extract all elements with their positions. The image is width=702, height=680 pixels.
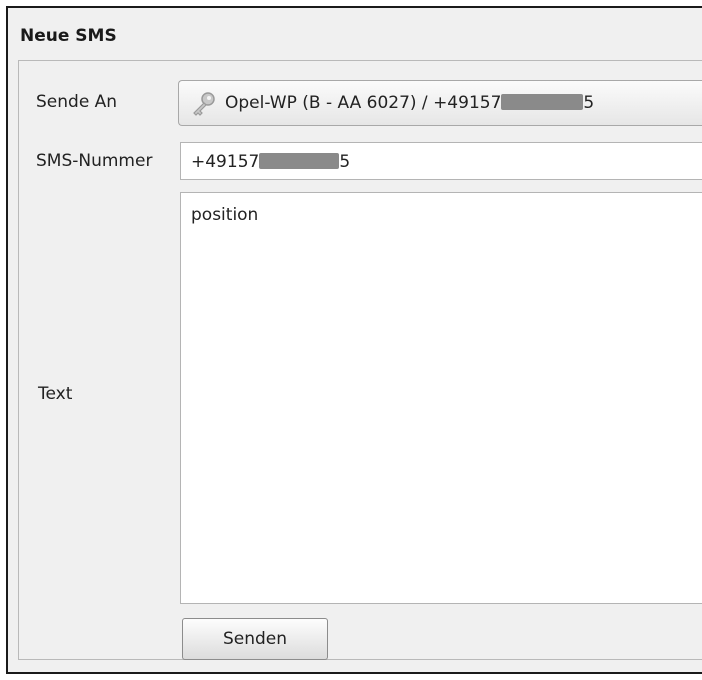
sms-number-field[interactable]: +49157 5 [180,142,702,180]
recipient-value: Opel-WP (B - AA 6027) / +49157 5 [225,93,594,113]
redaction-block [501,94,584,110]
sms-number-label: SMS-Nummer [36,151,153,171]
text-label: Text [38,384,73,404]
message-text: position [191,205,259,225]
message-textarea[interactable]: position [180,192,702,604]
recipient-value-text: Opel-WP (B - AA 6027) / +49157 [225,93,502,113]
sms-number-suffix: 5 [339,152,351,172]
recipient-label: Sende An [36,92,118,112]
sms-number-value: +49157 5 [191,152,350,172]
redaction-block [259,153,340,169]
key-icon [193,92,215,116]
recipient-value-suffix: 5 [583,93,595,113]
sms-number-text: +49157 [191,152,260,172]
group-title: Neue SMS [20,26,117,46]
recipient-combobox[interactable]: Opel-WP (B - AA 6027) / +49157 5 [178,80,702,126]
send-button[interactable]: Senden [182,618,328,660]
sms-panel-frame: Neue SMS Sende An Opel-WP (B - AA 6027) … [6,6,702,674]
